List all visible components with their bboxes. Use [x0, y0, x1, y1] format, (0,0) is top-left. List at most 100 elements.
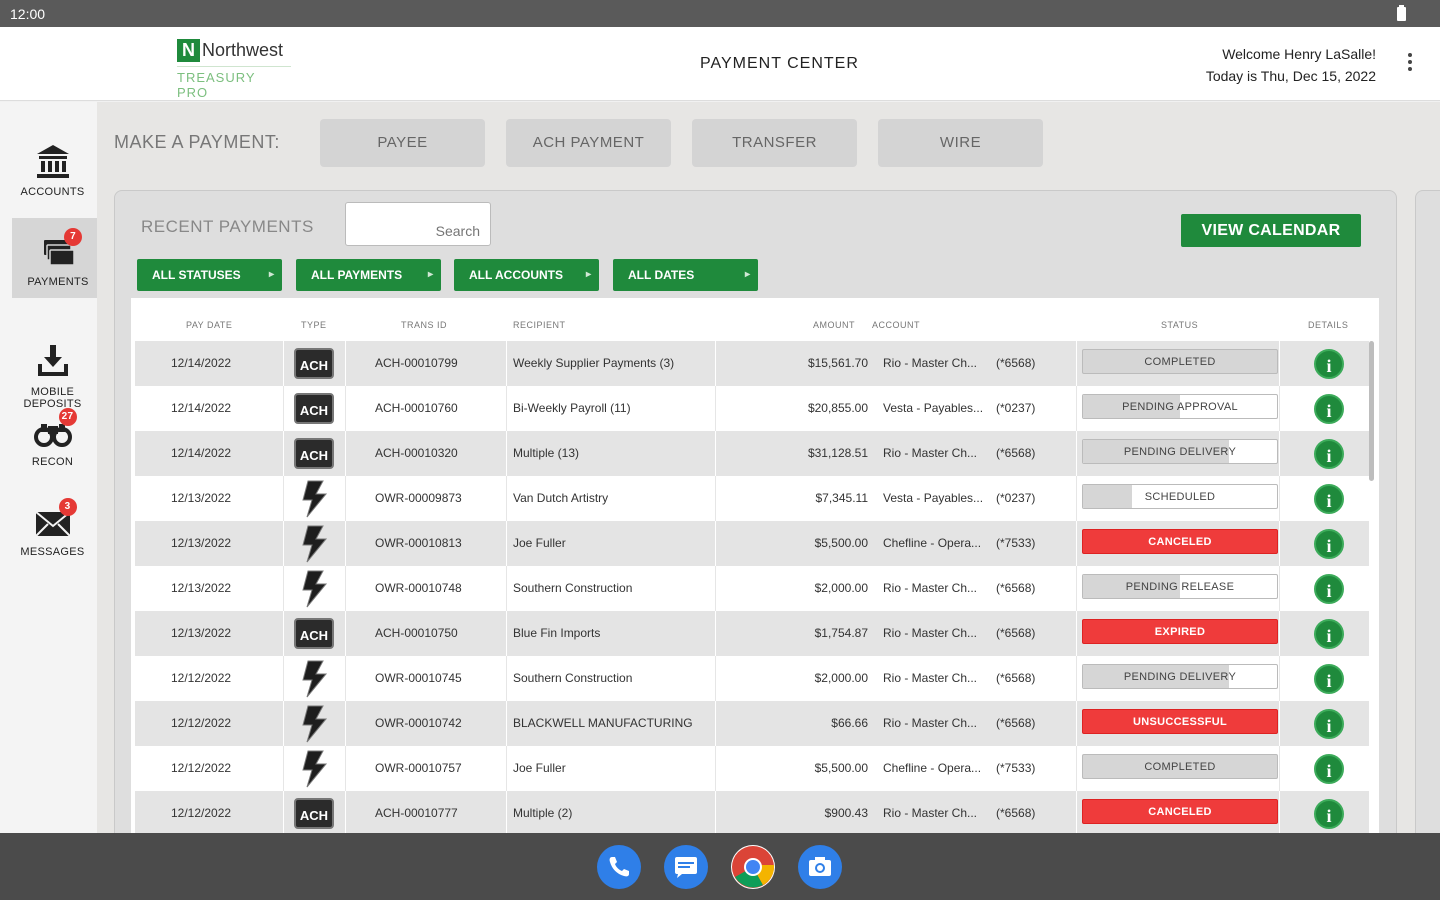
app-header: N Northwest TREASURY PRO PAYMENT CENTER W… [0, 27, 1440, 101]
cell-divider [506, 476, 507, 521]
cell-divider [1076, 746, 1077, 791]
cell-divider [345, 521, 346, 566]
table-row[interactable]: 12/14/2022 ACH ACH-00010320 Multiple (13) $3… [135, 431, 1369, 476]
details-info-icon[interactable]: i [1314, 439, 1344, 469]
chrome-icon[interactable] [731, 845, 775, 889]
logo-name: Northwest [202, 40, 284, 60]
cell-account-number: (*7533) [996, 536, 1036, 550]
cell-recipient: Joe Fuller [513, 536, 566, 550]
table-row[interactable]: 12/12/2022 OWR-00010742 BLACKWELL MANUFACT… [135, 701, 1369, 746]
cell-account-number: (*6568) [996, 806, 1036, 820]
cell-recipient: Southern Construction [513, 671, 633, 685]
filter-dates-dropdown[interactable]: ALL DATES [613, 259, 758, 291]
view-calendar-button[interactable]: VIEW CALENDAR [1181, 214, 1361, 247]
battery-icon [1397, 5, 1406, 21]
cell-divider [283, 476, 284, 521]
wire-lightning-icon [299, 480, 329, 518]
cell-recipient: Southern Construction [513, 581, 633, 595]
sidebar-item-label: ACCOUNTS [20, 186, 85, 198]
details-info-icon[interactable]: i [1314, 664, 1344, 694]
table-row[interactable]: 12/13/2022 OWR-00010813 Joe Fuller $5,500.0… [135, 521, 1369, 566]
filter-payments-dropdown[interactable]: ALL PAYMENTS [296, 259, 441, 291]
table-row[interactable]: 12/13/2022 OWR-00009873 Van Dutch Artistry… [135, 476, 1369, 521]
details-info-icon[interactable]: i [1314, 799, 1344, 829]
camera-icon[interactable] [798, 845, 842, 889]
table-row[interactable]: 12/12/2022 ACH ACH-00010777 Multiple (2) $90… [135, 791, 1369, 836]
cell-account: Rio - Master Ch... [883, 626, 978, 640]
payee-button[interactable]: PAYEE [320, 119, 485, 167]
sidebar: ACCOUNTS 7 PAYMENTS MOBILE DEPOSITS 27 R… [0, 102, 112, 833]
cell-divider [1279, 386, 1280, 431]
welcome-text: Welcome Henry LaSalle! [1222, 46, 1376, 62]
overflow-menu-icon[interactable] [1408, 53, 1414, 75]
cell-divider [506, 431, 507, 476]
details-info-icon[interactable]: i [1314, 349, 1344, 379]
recon-badge: 27 [58, 408, 77, 426]
ach-payment-button[interactable]: ACH PAYMENT [506, 119, 671, 167]
sidebar-item-recon[interactable]: 27 RECON [0, 408, 105, 468]
details-info-icon[interactable]: i [1314, 619, 1344, 649]
messages-icon[interactable] [664, 845, 708, 889]
sidebar-item-accounts[interactable]: ACCOUNTS [0, 142, 105, 198]
ach-type-icon: ACH [294, 348, 334, 379]
col-pay-date[interactable]: PAY DATE [186, 320, 232, 330]
col-trans-id[interactable]: TRANS ID [401, 320, 447, 330]
table-row[interactable]: 12/12/2022 OWR-00010757 Joe Fuller $5,500.0… [135, 746, 1369, 791]
col-account[interactable]: ACCOUNT [872, 320, 920, 330]
northwest-logo[interactable]: N Northwest TREASURY PRO [177, 39, 291, 100]
cell-divider [283, 341, 284, 386]
wire-button[interactable]: WIRE [878, 119, 1043, 167]
sidebar-item-mobile-deposits[interactable]: MOBILE DEPOSITS [0, 318, 105, 410]
col-amount[interactable]: AMOUNT [813, 320, 855, 330]
cell-divider [345, 611, 346, 656]
cell-trans-id: ACH-00010799 [375, 356, 458, 370]
transfer-button[interactable]: TRANSFER [692, 119, 857, 167]
cell-pay-date: 12/14/2022 [171, 356, 232, 370]
details-info-icon[interactable]: i [1314, 529, 1344, 559]
table-row[interactable]: 12/12/2022 OWR-00010745 Southern Construct… [135, 656, 1369, 701]
details-info-icon[interactable]: i [1314, 574, 1344, 604]
filter-accounts-dropdown[interactable]: ALL ACCOUNTS [454, 259, 599, 291]
cell-trans-id: OWR-00009873 [375, 491, 462, 505]
col-type[interactable]: TYPE [301, 320, 327, 330]
status-badge: COMPLETED [1082, 754, 1278, 779]
cell-pay-date: 12/12/2022 [171, 761, 232, 775]
col-status[interactable]: STATUS [1161, 320, 1198, 330]
phone-icon[interactable] [597, 845, 641, 889]
cell-recipient: Multiple (2) [513, 806, 573, 820]
status-badge: PENDING DELIVERY [1082, 664, 1278, 689]
cell-account: Rio - Master Ch... [883, 356, 978, 370]
cell-pay-date: 12/12/2022 [171, 671, 232, 685]
cell-trans-id: OWR-00010742 [375, 716, 462, 730]
details-info-icon[interactable]: i [1314, 709, 1344, 739]
details-info-icon[interactable]: i [1314, 394, 1344, 424]
cell-pay-date: 12/13/2022 [171, 536, 232, 550]
search-input[interactable] [345, 202, 491, 246]
table-row[interactable]: 12/13/2022 ACH ACH-00010750 Blue Fin Import… [135, 611, 1369, 656]
cell-account-number: (*6568) [996, 671, 1036, 685]
cell-pay-date: 12/13/2022 [171, 581, 232, 595]
cell-divider [283, 746, 284, 791]
cell-divider [506, 611, 507, 656]
cell-divider [1279, 746, 1280, 791]
table-row[interactable]: 12/14/2022 ACH ACH-00010799 Weekly Supplier… [135, 341, 1369, 386]
cell-divider [506, 566, 507, 611]
cell-account: Chefline - Opera... [883, 761, 982, 775]
details-info-icon[interactable]: i [1314, 754, 1344, 784]
cell-divider [1076, 701, 1077, 746]
sidebar-item-payments[interactable]: 7 PAYMENTS [12, 218, 112, 298]
sidebar-item-messages[interactable]: 3 MESSAGES [0, 498, 105, 558]
filter-statuses-dropdown[interactable]: ALL STATUSES [137, 259, 282, 291]
cell-account: Rio - Master Ch... [883, 716, 978, 730]
cell-pay-date: 12/12/2022 [171, 806, 232, 820]
table-row[interactable]: 12/14/2022 ACH ACH-00010760 Bi-Weekly Payro… [135, 386, 1369, 431]
col-recipient[interactable]: RECIPIENT [513, 320, 566, 330]
details-info-icon[interactable]: i [1314, 484, 1344, 514]
cell-divider [1279, 791, 1280, 836]
cell-divider [283, 386, 284, 431]
table-scrollbar[interactable] [1369, 341, 1374, 481]
table-row[interactable]: 12/13/2022 OWR-00010748 Southern Construct… [135, 566, 1369, 611]
cell-pay-date: 12/12/2022 [171, 716, 232, 730]
cell-amount: $5,500.00 [814, 761, 868, 775]
col-details[interactable]: DETAILS [1308, 320, 1348, 330]
